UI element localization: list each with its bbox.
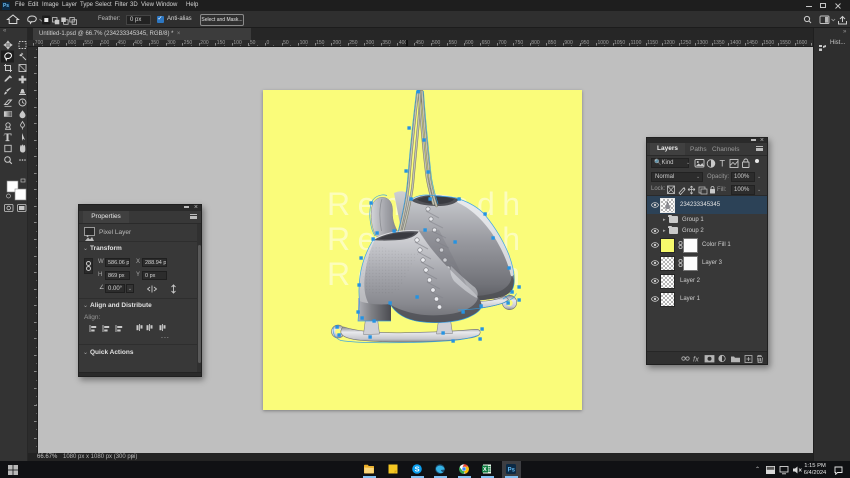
svg-text:fx: fx (693, 355, 699, 364)
svg-text:X: X (483, 467, 487, 473)
svg-text:S: S (414, 465, 419, 474)
svg-text:Ps: Ps (507, 468, 515, 474)
svg-text:T: T (720, 159, 726, 169)
